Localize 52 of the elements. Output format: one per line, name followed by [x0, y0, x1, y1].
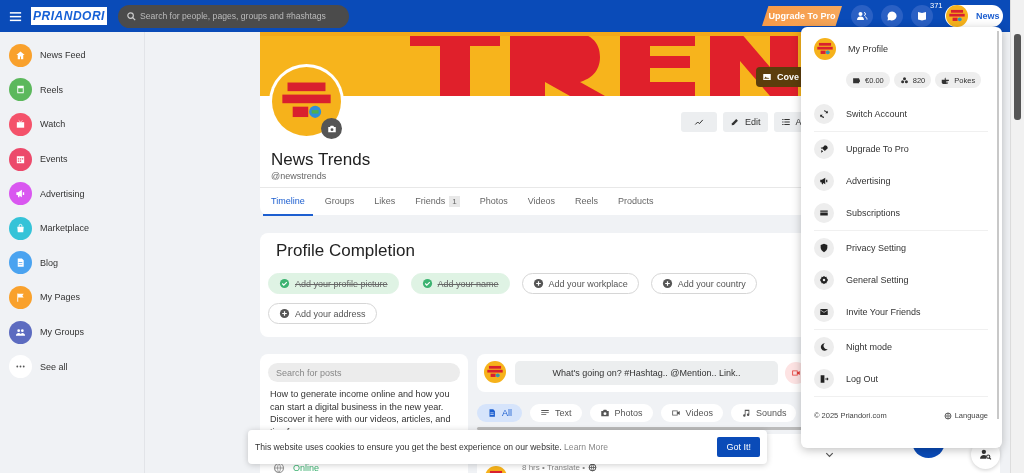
profile-tab[interactable]: Likes [366, 188, 404, 216]
profile-tab[interactable]: Reels [567, 188, 607, 216]
task-chip[interactable]: Add your name [410, 273, 510, 294]
filter-chip[interactable]: All [477, 404, 522, 422]
filter-chip[interactable]: Sounds [730, 404, 797, 422]
sidebar-item[interactable]: Events [9, 141, 144, 177]
menu-item[interactable]: Advertising [814, 165, 988, 197]
card-title: Profile Completion [276, 241, 415, 261]
accept-button[interactable]: Got It! [717, 437, 760, 457]
menu-item[interactable]: Subscriptions [814, 197, 988, 229]
post-input[interactable]: What's going on? #Hashtag.. @Mention.. Link.. [515, 361, 778, 385]
profile-handle: @newstrends [271, 171, 328, 181]
learn-more-link[interactable]: Learn More [564, 442, 609, 452]
sidebar-item[interactable]: See all [9, 349, 144, 384]
task-chip[interactable]: Add your workplace [521, 273, 639, 294]
sidebar-item[interactable]: Watch [9, 107, 144, 142]
profile-name: News Trends [271, 150, 372, 170]
sidebar-item[interactable]: My Groups [9, 314, 144, 350]
search-field[interactable]: Search for people, pages, groups and #hashtags [118, 4, 349, 28]
status-text: Online [293, 463, 319, 473]
task-chip[interactable]: Add your profile picture [268, 273, 399, 294]
profile-tab[interactable]: Videos [519, 188, 564, 216]
menu-item[interactable]: Privacy Setting [814, 232, 988, 264]
task-chip[interactable]: Add your country [650, 273, 757, 294]
sidebar-item[interactable]: Blog [9, 245, 144, 281]
filter-chip[interactable]: Videos [660, 404, 723, 422]
menu-item[interactable]: Log Out [814, 363, 988, 395]
account-button[interactable]: News [945, 5, 1003, 27]
menu-item[interactable]: Upgrade To Pro [814, 133, 988, 165]
count-badge: 1 [449, 195, 460, 207]
action-button[interactable]: Edit [723, 112, 768, 132]
sidebar-item[interactable]: Reels [9, 72, 144, 108]
sidebar-item[interactable]: News Feed [9, 38, 144, 73]
sidebar-item[interactable]: Marketplace [9, 210, 144, 246]
profile-tab[interactable]: Friends 1 [407, 188, 468, 216]
profile-tab[interactable]: Products [610, 188, 662, 216]
menu-item[interactable]: Switch Account [814, 98, 988, 130]
sidebar-item[interactable]: My Pages [9, 280, 144, 315]
profile-tab[interactable]: Groups [316, 188, 363, 216]
filter-chip[interactable]: Text [530, 404, 582, 422]
post-meta: 8 hrs • Translate • [522, 463, 585, 472]
menu-item[interactable]: General Setting [814, 264, 988, 296]
task-chip[interactable]: Add your address [268, 303, 377, 324]
sidebar-item[interactable]: Advertising [9, 176, 144, 211]
cookie-text: This website uses cookies to ensure you get the best experience on our website. Learn More [255, 442, 610, 452]
filter-chip[interactable]: Photos [589, 404, 653, 422]
post-search-field[interactable]: Search for posts [268, 363, 460, 382]
logo[interactable]: PRIANDORI [31, 7, 107, 25]
menu-item[interactable]: Night mode [814, 331, 988, 363]
profile-tab[interactable]: Timeline [263, 188, 313, 216]
menu-item[interactable]: Invite Your Friends [814, 296, 988, 328]
profile-tab[interactable]: Photos [471, 188, 516, 216]
